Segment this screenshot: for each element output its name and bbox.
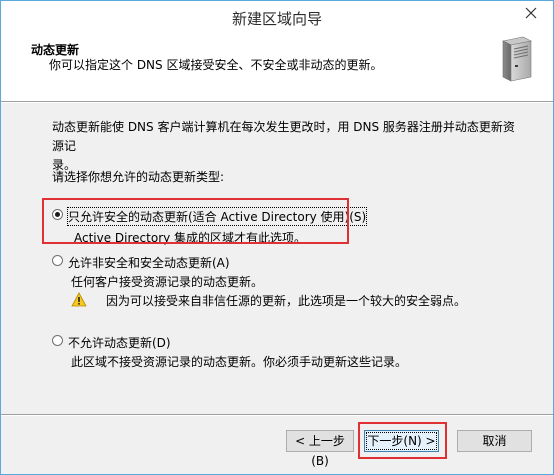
close-icon xyxy=(525,7,537,19)
server-icon xyxy=(502,36,532,82)
radio-no-dynamic-updates[interactable] xyxy=(52,335,63,346)
header-divider-highlight xyxy=(1,102,553,103)
cancel-button[interactable]: 取消 xyxy=(457,430,532,452)
close-button[interactable] xyxy=(515,2,547,24)
footer-divider-highlight xyxy=(1,415,553,416)
warning-text: 因为可以接受来自非信任源的更新，此选项是一个较大的安全弱点。 xyxy=(106,294,467,308)
description-line-1: 动态更新能使 DNS 客户端计算机在每次发生更改时，用 DNS 服务器注册并动态… xyxy=(52,120,515,153)
option-no-dynamic-updates-description: 此区域不接受资源记录的动态更新。你必须手动更新这些记录。 xyxy=(71,355,408,369)
page-subtitle: 你可以指定这个 DNS 区域接受安全、不安全或非动态的更新。 xyxy=(49,58,383,72)
title-bar: 新建区域向导 xyxy=(1,1,553,33)
back-button[interactable]: < 上一步(B) xyxy=(286,430,354,468)
selection-highlight-box xyxy=(42,198,349,244)
warning-icon xyxy=(71,292,87,307)
window-title: 新建区域向导 xyxy=(231,10,322,28)
next-button-highlight-box xyxy=(358,422,447,459)
option-nonsecure-and-secure-description: 任何客户接受资源记录的动态更新。 xyxy=(71,275,264,289)
radio-nonsecure-and-secure[interactable] xyxy=(52,255,63,266)
option-nonsecure-and-secure-label[interactable]: 允许非安全和安全动态更新(A) xyxy=(68,254,230,271)
header-panel: 动态更新 你可以指定这个 DNS 区域接受安全、不安全或非动态的更新。 xyxy=(1,33,553,101)
wizard-window: 新建区域向导 动态更新 你可以指定这个 DNS 区域接受安全、不安全或非动态的更… xyxy=(0,0,554,475)
description-text: 动态更新能使 DNS 客户端计算机在每次发生更改时，用 DNS 服务器注册并动态… xyxy=(52,118,522,175)
selection-prompt: 请选择你想允许的动态更新类型: xyxy=(52,170,225,184)
option-no-dynamic-updates-label[interactable]: 不允许动态更新(D) xyxy=(68,334,171,351)
